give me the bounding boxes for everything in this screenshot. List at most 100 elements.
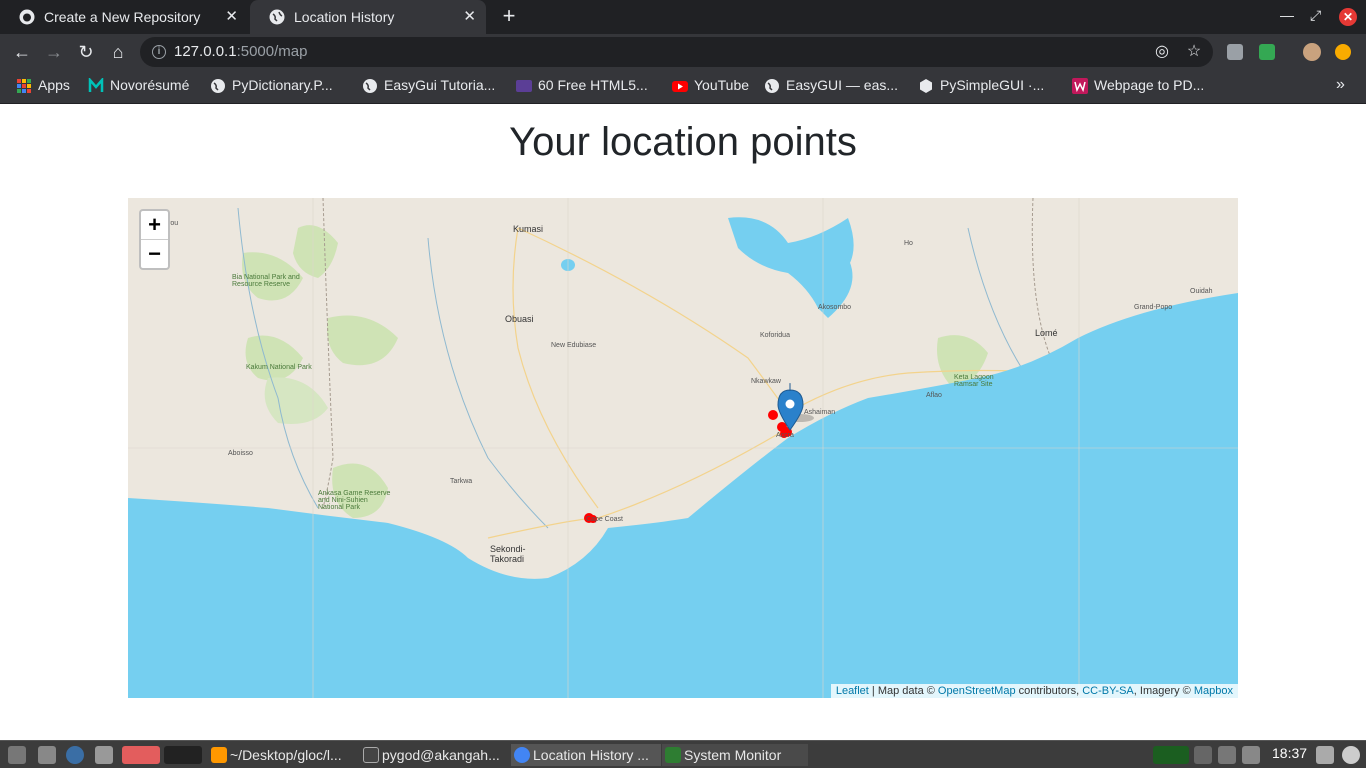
bookmark-easygui-tutorial[interactable]: EasyGui Tutoria... — [362, 70, 495, 102]
clock: 18:37 — [1272, 745, 1308, 761]
map-tiles — [128, 198, 1238, 698]
map-container[interactable]: Kumasi Obuasi Sekondi- Takoradi Cape Coa… — [128, 198, 1238, 698]
map-label-accra: Accra — [776, 432, 794, 439]
web-browser-icon[interactable] — [66, 746, 84, 764]
map-label-ashaiman: Ashaiman — [804, 409, 836, 416]
bookmark-apps[interactable]: Apps — [16, 70, 70, 102]
back-arrow-icon[interactable]: ← — [12, 42, 32, 62]
map-label-nkawkaw: Nkawkaw — [751, 378, 781, 385]
page-title: Your location points — [509, 120, 857, 164]
leaflet-link[interactable]: Leaflet — [836, 685, 869, 697]
sublime-icon — [211, 747, 227, 763]
map-label-ho: Ho — [904, 240, 913, 247]
mapbox-link[interactable]: Mapbox — [1194, 685, 1233, 697]
extension-icon[interactable] — [1227, 44, 1243, 60]
new-tab-button[interactable]: + — [499, 5, 519, 27]
map-label-new-edubiase: New Edubiase — [551, 342, 597, 349]
apps-grid-icon — [17, 79, 31, 93]
minimize-icon[interactable]: — — [1280, 7, 1294, 23]
map-label-sekondi: Sekondi- Takoradi — [490, 544, 526, 564]
map-label-koforidua: Koforidua — [760, 332, 790, 339]
github-icon — [19, 9, 35, 25]
map-label-kumasi: Kumasi — [513, 224, 544, 234]
address-bar[interactable]: i 127.0.0.1:5000/map ◎ ☆ — [140, 37, 1213, 67]
workspace-icon[interactable] — [164, 746, 202, 764]
task-sublime[interactable]: ~/Desktop/gloc/l... — [208, 744, 356, 766]
webpage-pdf-icon — [1072, 78, 1088, 94]
download-extension-icon[interactable] — [1259, 44, 1275, 60]
bookmark-html5-templates[interactable]: 60 Free HTML5... — [516, 70, 648, 102]
chrome-icon — [514, 747, 530, 763]
task-location-history[interactable]: Location History ... — [511, 744, 661, 766]
wifi-icon[interactable] — [1218, 746, 1236, 764]
hexagon-icon — [920, 79, 932, 93]
map-label-ankasa: Ankasa Game Reserve and Nini-Suhien Nati… — [318, 490, 391, 511]
home-icon[interactable]: ⌂ — [108, 42, 128, 62]
location-target-icon[interactable]: ◎ — [1153, 43, 1171, 61]
cpu-graph-icon — [1153, 746, 1189, 764]
map-label-bia-park: Bia National Park and Resource Reserve — [232, 274, 300, 288]
map-label-cape-coast: Cape Coast — [586, 516, 623, 523]
bookmarks-bar: Apps Novorésumé PyDictionary.P... EasyGu… — [0, 70, 1366, 104]
lock-icon[interactable] — [1316, 746, 1334, 764]
globe-icon — [363, 79, 377, 93]
colorlib-icon — [516, 80, 532, 92]
novoresume-icon — [88, 78, 104, 92]
tab-title: Location History — [294, 9, 395, 25]
power-icon[interactable] — [1342, 746, 1360, 764]
bookmark-youtube[interactable]: YouTube — [672, 70, 749, 102]
map-label-ouidah: Ouidah — [1190, 288, 1213, 295]
globe-icon — [765, 79, 779, 93]
reload-icon[interactable]: ↻ — [76, 42, 96, 62]
globe-icon — [211, 79, 225, 93]
map-label-aflao: Aflao — [926, 392, 942, 399]
task-terminal[interactable]: pygod@akangah... — [360, 744, 508, 766]
browser-toolbar: ← → ↻ ⌂ i 127.0.0.1:5000/map ◎ ☆ — [0, 34, 1366, 70]
chrome-launcher-icon[interactable] — [122, 746, 160, 764]
youtube-icon — [672, 81, 688, 92]
clipboard-icon[interactable] — [1242, 746, 1260, 764]
bookmarks-overflow-icon[interactable]: » — [1336, 76, 1345, 94]
bookmark-webpage-to-pdf[interactable]: Webpage to PD... — [1072, 70, 1204, 102]
terminal-icon — [363, 747, 379, 763]
license-link[interactable]: CC-BY-SA — [1082, 685, 1134, 697]
map-label-tarkwa: Tarkwa — [450, 478, 473, 485]
url-text[interactable]: 127.0.0.1:5000/map — [174, 43, 307, 60]
bookmark-pysimplegui[interactable]: PySimpleGUI ·... — [918, 70, 1044, 102]
start-menu-icon[interactable] — [8, 746, 26, 764]
map-label-aboisso: Aboisso — [228, 450, 253, 457]
volume-icon[interactable] — [1194, 746, 1212, 764]
tab-create-repository[interactable]: Create a New Repository ✕ — [0, 0, 248, 34]
location-point[interactable] — [768, 410, 778, 420]
restore-icon[interactable]: ⤢ — [1310, 7, 1321, 24]
forward-arrow-icon[interactable]: → — [44, 42, 64, 62]
globe-icon — [269, 9, 285, 25]
map-label-akosombo: Akosombo — [818, 304, 852, 311]
map-label-obuasi: Obuasi — [505, 314, 534, 324]
task-system-monitor[interactable]: System Monitor — [662, 744, 808, 766]
tab-location-history[interactable]: Location History ✕ — [250, 0, 486, 34]
tab-title: Create a New Repository — [44, 9, 201, 25]
zoom-in-button[interactable]: + — [141, 211, 168, 240]
bookmark-novoresume[interactable]: Novorésumé — [88, 70, 189, 102]
close-icon[interactable]: ✕ — [463, 0, 476, 34]
avatar[interactable] — [1303, 43, 1321, 61]
tab-strip: Create a New Repository ✕ Location Histo… — [0, 0, 1366, 34]
taskbar: ~/Desktop/gloc/l... pygod@akangah... Loc… — [0, 740, 1366, 768]
home-folder-icon[interactable] — [38, 746, 56, 764]
site-info-icon[interactable]: i — [152, 45, 166, 59]
map-label-kakum: Kakum National Park — [246, 364, 312, 371]
windows-icon[interactable] — [95, 746, 113, 764]
bookmark-easygui[interactable]: EasyGUI — eas... — [764, 70, 898, 102]
bookmark-pydictionary[interactable]: PyDictionary.P... — [210, 70, 333, 102]
window-close-button[interactable]: ✕ — [1339, 8, 1357, 26]
zoom-out-button[interactable]: − — [141, 240, 168, 268]
system-monitor-icon — [665, 747, 681, 763]
update-alert-icon[interactable] — [1335, 44, 1351, 60]
close-icon[interactable]: ✕ — [225, 0, 238, 34]
map-attribution: Leaflet | Map data © OpenStreetMap contr… — [830, 684, 1238, 698]
openstreetmap-link[interactable]: OpenStreetMap — [938, 685, 1016, 697]
map-label-grand-popo: Grand-Popo — [1134, 304, 1173, 311]
bookmark-star-icon[interactable]: ☆ — [1185, 43, 1203, 61]
map-label-lome: Lomé — [1035, 328, 1058, 338]
